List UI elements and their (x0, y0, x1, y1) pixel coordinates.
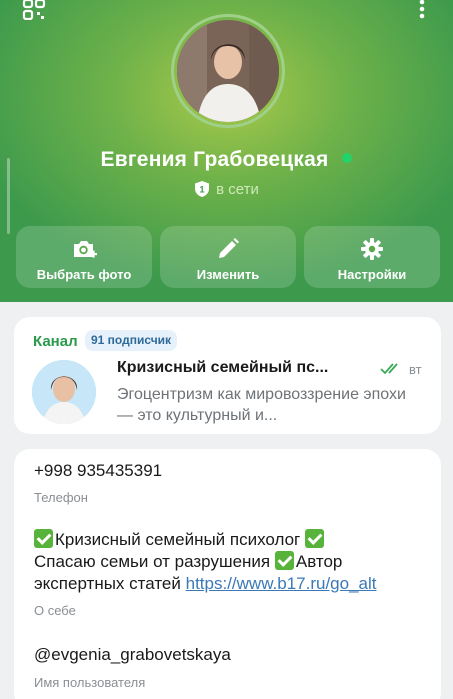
qr-code-icon[interactable] (22, 0, 48, 20)
subscriber-count-badge: 91 подписчик (85, 330, 178, 351)
check-emoji-icon (34, 529, 53, 548)
profile-avatar[interactable] (171, 14, 285, 128)
edit-button[interactable]: Изменить (160, 226, 296, 288)
bio-link[interactable]: https://www.b17.ru/go_alt (186, 574, 377, 593)
info-card: +998 935435391 Телефон Кризисный семейны… (14, 449, 441, 699)
channel-time: вт (409, 362, 422, 377)
channel-preview: Эгоцентризм как мировоззрение эпохи — эт… (117, 386, 406, 424)
channel-card[interactable]: Канал 91 подписчик Кризисный семейный пс… (14, 317, 441, 434)
settings-button[interactable]: Настройки (304, 226, 440, 288)
check-emoji-icon (274, 551, 294, 570)
bio-line-3: экспертных статей (34, 574, 186, 593)
choose-photo-label: Выбрать фото (36, 267, 132, 282)
profile-name-text: Евгения Грабовецкая (100, 148, 329, 171)
add-photo-icon (74, 241, 97, 258)
profile-name: Евгения Грабовецкая (0, 148, 453, 172)
username[interactable]: @evgenia_grabovetskaya (34, 645, 231, 665)
bio-line-1: Кризисный семейный психолог (55, 530, 301, 549)
bio-line-2b: Автор (295, 552, 343, 571)
more-vertical-icon[interactable] (414, 0, 430, 20)
bio-line-2a: Спасаю семьи от разрушения (34, 552, 271, 571)
phone-label: Телефон (34, 490, 88, 505)
edit-label: Изменить (196, 267, 260, 282)
channel-label: Канал (33, 333, 78, 350)
channel-title: Кризисный семейный пс... (117, 359, 329, 376)
username-label: Имя пользователя (34, 675, 146, 690)
bio-label: О себе (34, 603, 76, 618)
choose-photo-button[interactable]: Выбрать фото (16, 226, 152, 288)
settings-label: Настройки (337, 267, 407, 282)
shield-badge-icon: 1 (195, 181, 210, 198)
avatar-photo (177, 20, 279, 122)
double-check-icon (380, 363, 398, 375)
pencil-icon (219, 238, 239, 258)
online-status: 1 в сети (0, 181, 453, 199)
bio-text: Кризисный семейный психолог Спасаю семьи… (34, 529, 434, 595)
status-text: в сети (216, 181, 259, 198)
check-emoji-icon (304, 529, 324, 548)
status-badge-number: 1 (200, 185, 205, 195)
profile-header: Евгения Грабовецкая 1 в сети Выбрать фот… (0, 0, 453, 302)
gear-icon (361, 238, 383, 260)
channel-avatar (32, 360, 96, 424)
phone-number[interactable]: +998 935435391 (34, 461, 162, 481)
online-indicator (342, 153, 353, 164)
